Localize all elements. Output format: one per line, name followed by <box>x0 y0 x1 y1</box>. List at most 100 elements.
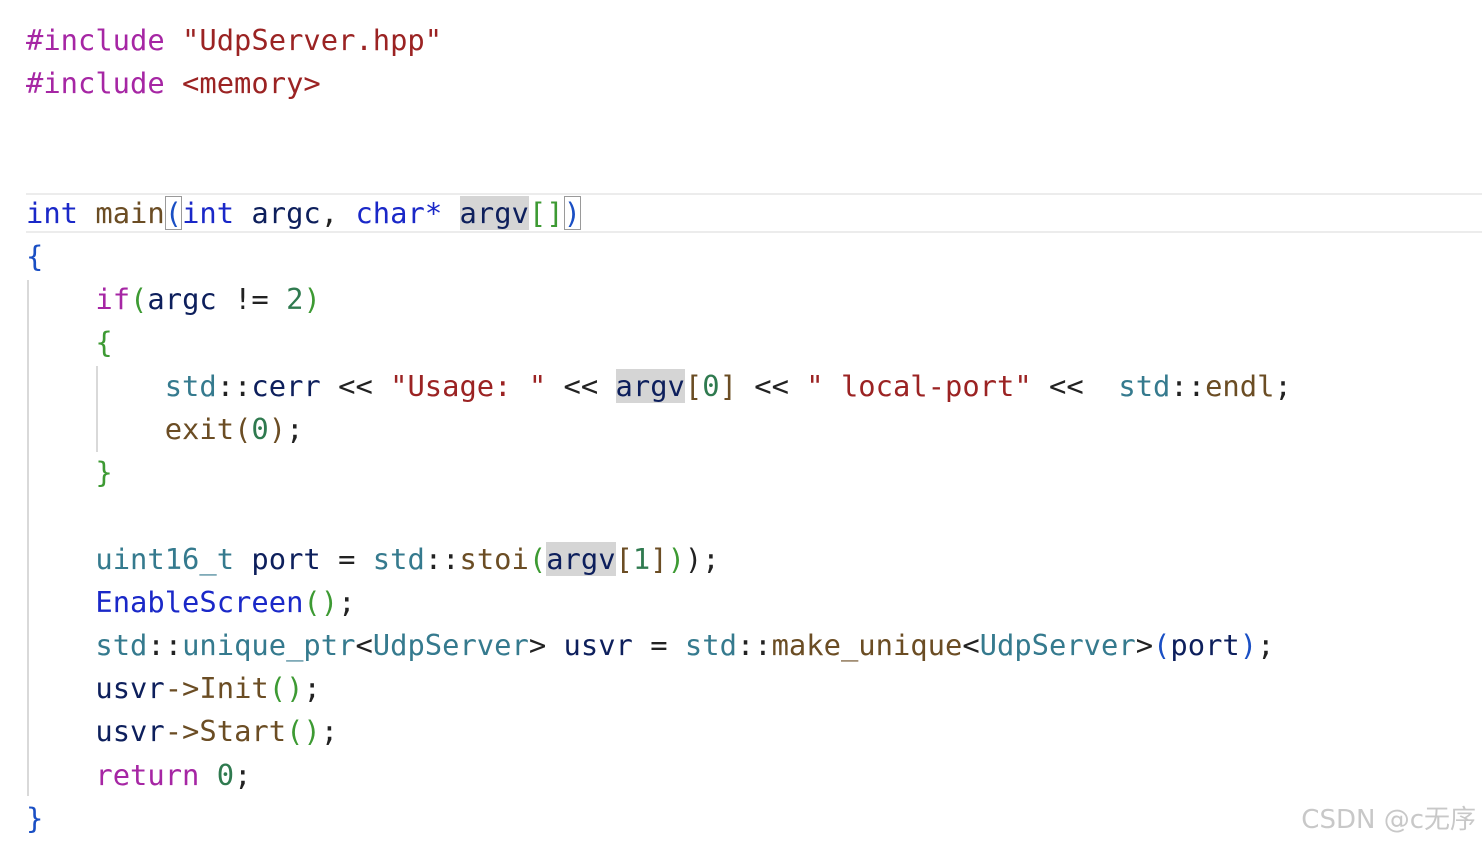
code-token: int <box>182 196 235 230</box>
code-token: port <box>251 542 321 576</box>
code-line-10[interactable]: exit(0); <box>26 408 304 451</box>
code-token: () <box>286 714 321 748</box>
code-token: << <box>736 369 807 403</box>
code-token: argc <box>251 196 321 230</box>
code-token: 1 <box>632 542 651 576</box>
code-token: std <box>684 628 737 662</box>
code-token: :: <box>736 628 772 662</box>
code-token: <memory> <box>182 66 321 100</box>
code-token: ( <box>164 196 183 230</box>
code-token: < <box>962 628 980 662</box>
code-token: ) <box>303 282 321 316</box>
code-token: " local-port" <box>806 369 1032 403</box>
code-line-11[interactable]: } <box>26 451 113 494</box>
code-token: -> <box>164 671 200 705</box>
code-line-5[interactable]: int main(int argc, char* argv[]) <box>26 192 581 235</box>
code-line-6[interactable]: { <box>26 235 43 278</box>
code-token: endl <box>1205 369 1275 403</box>
code-line-15[interactable]: std::unique_ptr<UdpServer> usvr = std::m… <box>26 624 1274 667</box>
code-line-18[interactable]: return 0; <box>26 754 251 797</box>
code-token: std <box>164 369 217 403</box>
code-token: } <box>26 801 44 835</box>
code-token: , <box>320 196 356 230</box>
code-token: ( <box>234 412 252 446</box>
code-token: ; <box>338 585 356 619</box>
code-token: #include <box>26 23 165 57</box>
code-token: :: <box>1170 369 1206 403</box>
code-token: = <box>320 542 373 576</box>
code-editor[interactable]: #include "UdpServer.hpp" #include <memory… <box>0 0 1482 844</box>
code-token: :: <box>216 369 252 403</box>
code-token: argv <box>459 196 529 230</box>
code-token: > <box>1135 628 1154 662</box>
code-token: exit <box>164 412 235 446</box>
code-token: UdpServer <box>372 628 529 662</box>
code-token: return <box>95 758 200 792</box>
code-token: std <box>1118 369 1171 403</box>
code-token: EnableScreen <box>95 585 304 619</box>
code-token: argv <box>546 542 616 576</box>
code-token: UdpServer <box>979 628 1136 662</box>
code-token: } <box>95 455 113 489</box>
code-token: int <box>26 196 79 230</box>
code-line-13[interactable]: uint16_t port = std::stoi(argv[1])); <box>26 538 720 581</box>
code-line-16[interactable]: usvr->Init(); <box>26 667 321 710</box>
code-token: 0 <box>216 758 235 792</box>
code-token: stoi <box>459 542 529 576</box>
code-token: "UdpServer.hpp" <box>182 23 443 57</box>
code-line-8[interactable]: { <box>26 321 112 364</box>
code-token: char <box>355 196 425 230</box>
code-line-9[interactable]: std::cerr << "Usage: " << argv[0] << " l… <box>26 365 1292 408</box>
code-token: = <box>632 628 685 662</box>
code-token: [ <box>615 542 633 576</box>
code-token: > <box>528 628 564 662</box>
code-token: Init <box>199 671 269 705</box>
code-line-1[interactable]: #include "UdpServer.hpp" <box>26 19 442 62</box>
code-token: << <box>320 369 391 403</box>
code-token: :: <box>424 542 460 576</box>
code-token: ; <box>1257 628 1275 662</box>
code-token: [] <box>528 196 564 230</box>
code-token: usvr <box>95 671 165 705</box>
code-line-17[interactable]: usvr->Start(); <box>26 710 338 753</box>
code-token: 0 <box>702 369 720 403</box>
code-line-14[interactable]: EnableScreen(); <box>26 581 355 624</box>
code-token: port <box>1170 628 1240 662</box>
code-token: if <box>95 282 131 316</box>
code-token: Start <box>199 714 287 748</box>
code-token: < <box>355 628 373 662</box>
code-line-2[interactable]: #include <memory> <box>26 62 321 105</box>
code-token: << <box>546 369 616 403</box>
code-token: main <box>95 196 165 230</box>
code-token: std <box>372 542 425 576</box>
csdn-watermark: CSDN @c无序 <box>1301 805 1476 835</box>
code-token: "Usage: " <box>390 369 547 403</box>
code-token: 0 <box>251 412 269 446</box>
code-token: ; <box>303 671 321 705</box>
code-token: #include <box>26 66 165 100</box>
code-token: != <box>216 282 287 316</box>
code-token: 2 <box>286 282 304 316</box>
code-token: [ <box>684 369 703 403</box>
code-token: () <box>303 585 339 619</box>
code-token: ] <box>650 542 668 576</box>
code-token: ( <box>130 282 148 316</box>
code-line-19[interactable]: } <box>26 797 43 840</box>
code-token: ); <box>684 542 720 576</box>
code-token: * <box>424 196 460 230</box>
code-token: -> <box>164 714 200 748</box>
code-token: { <box>26 239 44 273</box>
code-line-7[interactable]: if(argc != 2) <box>26 278 321 321</box>
